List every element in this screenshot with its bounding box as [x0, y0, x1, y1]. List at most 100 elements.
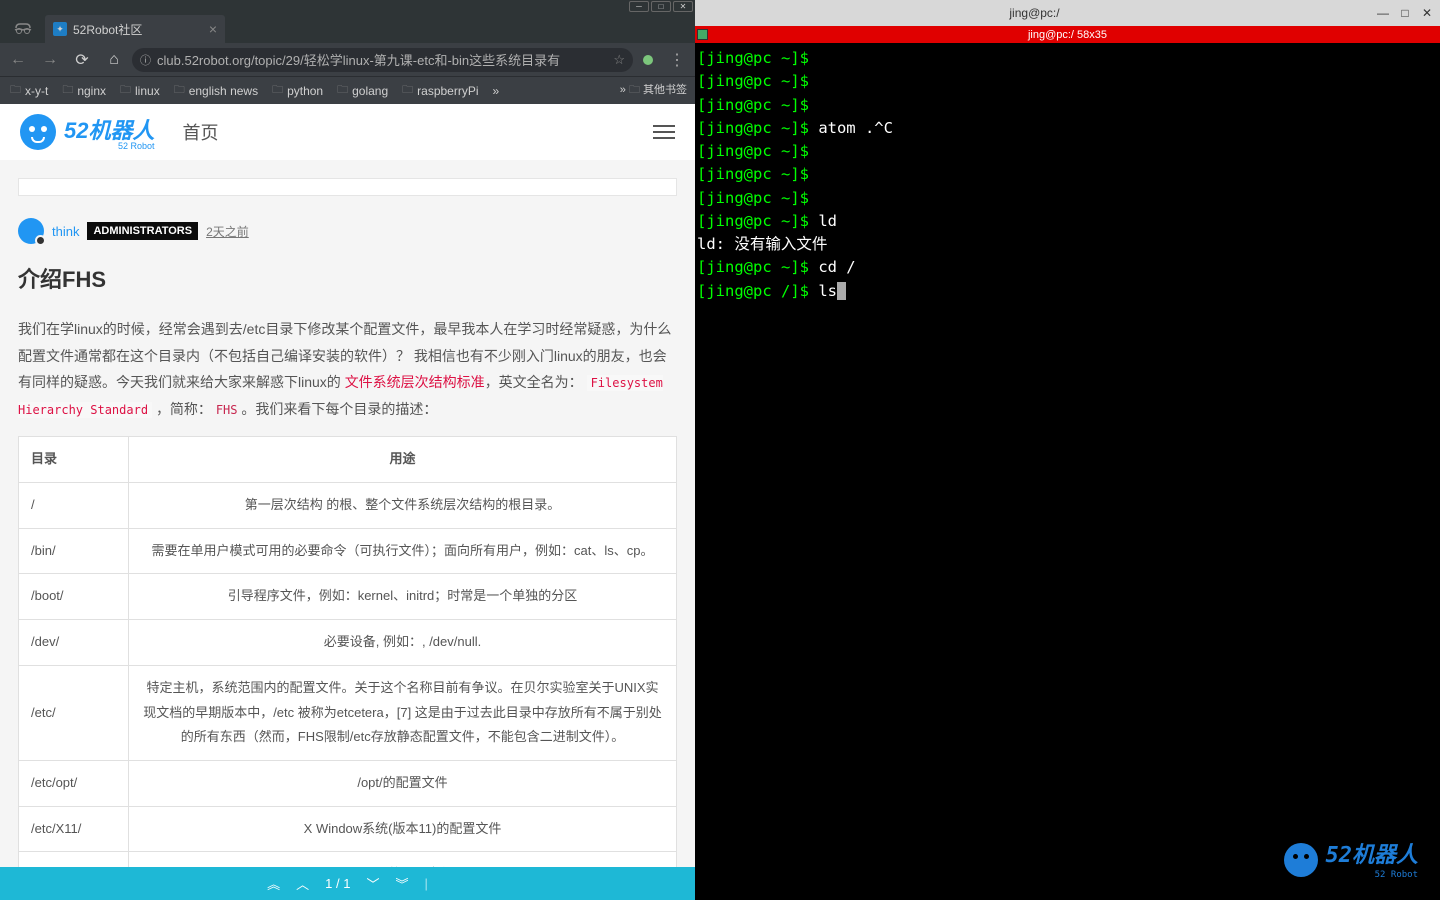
browser-toolbar: ← → ⟳ ⌂ ⓘ club.52robot.org/topic/29/轻松学l…	[0, 43, 695, 76]
watermark-logo: 52机器人 52 Robot	[1284, 839, 1419, 883]
card-spacer	[18, 178, 677, 196]
th-use: 用途	[129, 437, 677, 483]
cell-dir: /etc/X11/	[19, 806, 129, 852]
pager-text: 1 / 1	[325, 876, 350, 891]
table-row: /boot/引导程序文件，例如：kernel、initrd；时常是一个单独的分区	[19, 574, 677, 620]
terminal-body[interactable]: [jing@pc ~]$[jing@pc ~]$[jing@pc ~]$[jin…	[695, 43, 1440, 900]
folder-icon: 🗀	[62, 81, 73, 100]
cell-dir: /bin/	[19, 528, 129, 574]
folder-icon: 🗀	[402, 81, 413, 100]
table-row: /第一层次结构 的根、整个文件系统层次结构的根目录。	[19, 483, 677, 529]
forward-button[interactable]: →	[36, 47, 64, 73]
robot-logo-icon	[1284, 843, 1318, 877]
bookmark-item[interactable]: 🗀python	[266, 79, 329, 102]
bookmarks-bar: 🗀x-y-t🗀nginx🗀linux🗀english news🗀python🗀g…	[0, 76, 695, 104]
post-content: think ADMINISTRATORS 2天之前 介绍FHS 我们在学linu…	[0, 160, 695, 900]
post-title: 介绍FHS	[18, 262, 677, 294]
folder-icon: 🗀	[629, 84, 640, 96]
pager-prev-icon[interactable]: ︿	[296, 874, 309, 893]
bookmark-item[interactable]: 🗀english news	[168, 79, 264, 102]
username-link[interactable]: think	[52, 224, 79, 239]
bookmarks-more-icon[interactable]: »	[487, 82, 506, 100]
post-body: 我们在学linux的时候，经常会遇到去/etc目录下修改某个配置文件，最早我本人…	[18, 316, 677, 898]
cell-dir: /etc/	[19, 665, 129, 760]
cell-use: 必要设备, 例如：, /dev/null.	[129, 620, 677, 666]
site-logo[interactable]: 52机器人 52 Robot	[20, 113, 154, 151]
post-time-link[interactable]: 2天之前	[206, 223, 249, 240]
terminal-line: [jing@pc /]$ ls	[697, 280, 1438, 303]
terminal-line: [jing@pc ~]$	[697, 140, 1438, 163]
window-titlebar: ─ □ ✕	[0, 0, 695, 13]
cell-dir: /boot/	[19, 574, 129, 620]
reload-button[interactable]: ⟳	[68, 47, 96, 73]
cell-use: X Window系统(版本11)的配置文件	[129, 806, 677, 852]
site-info-icon[interactable]: ⓘ	[140, 52, 151, 68]
bookmark-item[interactable]: 🗀raspberryPi	[396, 79, 484, 102]
cell-dir: /etc/opt/	[19, 760, 129, 806]
cell-dir: /	[19, 483, 129, 529]
avatar[interactable]	[18, 218, 44, 244]
bookmark-item[interactable]: 🗀golang	[331, 79, 394, 102]
incognito-icon	[0, 13, 45, 43]
terminal-line: [jing@pc ~]$ cd /	[697, 256, 1438, 279]
terminal-pane-icon	[697, 29, 708, 40]
th-dir: 目录	[19, 437, 129, 483]
pager-last-icon[interactable]: ︾	[395, 874, 408, 893]
terminal-line: [jing@pc ~]$	[697, 94, 1438, 117]
terminal-cursor	[837, 282, 846, 300]
window-close-button[interactable]: ✕	[673, 1, 693, 12]
folder-icon: 🗀	[120, 81, 131, 100]
terminal-window: jing@pc:/ — □ ✕ jing@pc:/ 58x35 [jing@pc…	[695, 0, 1440, 900]
terminal-minimize-button[interactable]: —	[1374, 6, 1392, 20]
tab-close-icon[interactable]: ×	[209, 21, 217, 37]
terminal-titlebar: jing@pc:/ — □ ✕	[695, 0, 1440, 26]
cell-dir: /dev/	[19, 620, 129, 666]
folder-icon: 🗀	[337, 81, 348, 100]
robot-logo-icon	[20, 114, 56, 150]
terminal-maximize-button[interactable]: □	[1396, 6, 1414, 20]
page-content: 52机器人 52 Robot 首页 think ADMINISTRATORS 2…	[0, 104, 695, 900]
browser-menu-icon[interactable]: ⋮	[663, 50, 691, 70]
tab-title: 52Robot社区	[73, 21, 142, 38]
menu-icon[interactable]	[653, 125, 675, 139]
terminal-line: [jing@pc ~]$	[697, 163, 1438, 186]
window-maximize-button[interactable]: □	[651, 1, 671, 12]
cell-use: 第一层次结构 的根、整个文件系统层次结构的根目录。	[129, 483, 677, 529]
code-inline: FHS	[216, 403, 238, 417]
terminal-status-bar: jing@pc:/ 58x35	[695, 26, 1440, 43]
terminal-close-button[interactable]: ✕	[1418, 6, 1436, 20]
extension-icon[interactable]	[643, 55, 653, 65]
terminal-line: [jing@pc ~]$	[697, 70, 1438, 93]
terminal-line: [jing@pc ~]$	[697, 47, 1438, 70]
window-minimize-button[interactable]: ─	[629, 1, 649, 12]
terminal-line: [jing@pc ~]$ atom .^C	[697, 117, 1438, 140]
pager-bar: ︽ ︿ 1 / 1 ﹀ ︾ |	[0, 867, 695, 900]
terminal-line: [jing@pc ~]$	[697, 187, 1438, 210]
table-row: /etc/opt//opt/的配置文件	[19, 760, 677, 806]
folder-icon: 🗀	[10, 81, 21, 100]
nav-home-link[interactable]: 首页	[182, 119, 218, 145]
cell-use: 引导程序文件，例如：kernel、initrd；时常是一个单独的分区	[129, 574, 677, 620]
pager-first-icon[interactable]: ︽	[267, 874, 280, 893]
bookmarks-overflow[interactable]: » 🗀 其他书签	[616, 81, 691, 100]
url-bar[interactable]: ⓘ club.52robot.org/topic/29/轻松学linux-第九课…	[132, 48, 633, 72]
home-button[interactable]: ⌂	[100, 47, 128, 73]
bookmark-item[interactable]: 🗀x-y-t	[4, 79, 54, 102]
pager-next-icon[interactable]: ﹀	[366, 874, 379, 893]
terminal-status-text: jing@pc:/ 58x35	[1028, 29, 1107, 41]
site-header: 52机器人 52 Robot 首页	[0, 104, 695, 160]
terminal-error-line: ld: 没有输入文件	[697, 233, 1438, 256]
bookmark-item[interactable]: 🗀linux	[114, 79, 166, 102]
bookmark-star-icon[interactable]: ☆	[613, 52, 625, 68]
folder-icon: 🗀	[272, 81, 283, 100]
table-row: /bin/需要在单用户模式可用的必要命令（可执行文件）；面向所有用户，例如：ca…	[19, 528, 677, 574]
cell-use: 特定主机，系统范围内的配置文件。关于这个名称目前有争议。在贝尔实验室关于UNIX…	[129, 665, 677, 760]
bookmark-item[interactable]: 🗀nginx	[56, 79, 112, 102]
table-row: /dev/必要设备, 例如：, /dev/null.	[19, 620, 677, 666]
back-button[interactable]: ←	[4, 47, 32, 73]
keyword-highlight: 文件系统层次结构标准	[345, 374, 485, 390]
url-text: club.52robot.org/topic/29/轻松学linux-第九课-e…	[157, 50, 607, 69]
fhs-table: 目录用途 /第一层次结构 的根、整个文件系统层次结构的根目录。/bin/需要在单…	[18, 436, 677, 898]
folder-icon: 🗀	[174, 81, 185, 100]
browser-tab[interactable]: ✦ 52Robot社区 ×	[45, 15, 225, 43]
